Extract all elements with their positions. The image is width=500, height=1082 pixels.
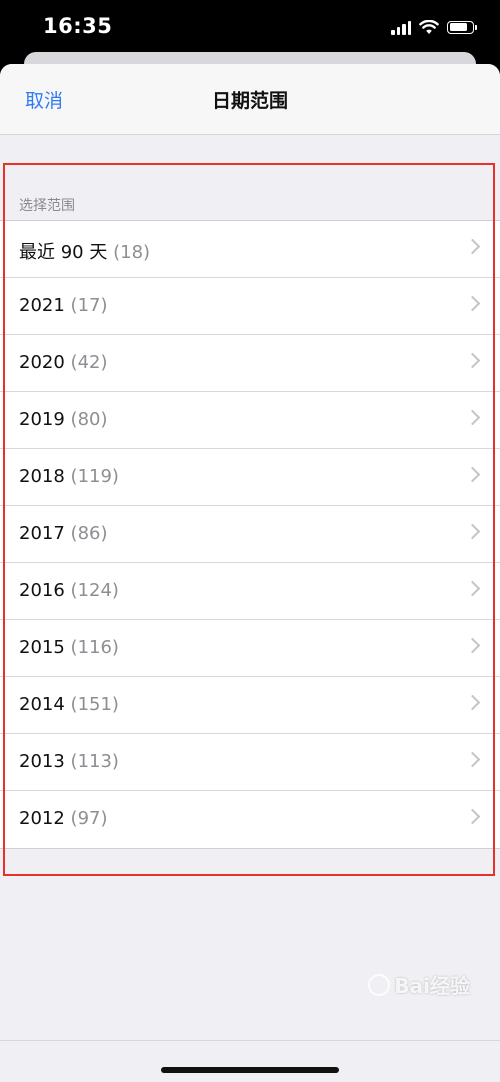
- range-label: 2020 (42): [19, 352, 108, 373]
- chevron-right-icon: [464, 352, 481, 369]
- range-label: 最近 90 天 (18): [19, 238, 150, 264]
- chevron-right-icon: [464, 694, 481, 711]
- range-name: 2017: [19, 523, 65, 544]
- section-header: 选择范围: [19, 198, 75, 214]
- range-name: 最近 90 天: [19, 242, 108, 263]
- baidu-paw-icon: [368, 973, 391, 996]
- range-count: (80): [70, 409, 108, 430]
- range-name: 2016: [19, 580, 65, 601]
- range-count: (97): [70, 808, 108, 829]
- cellular-signal-icon: [391, 20, 411, 35]
- navigation-bar: 取消 日期范围: [0, 64, 500, 135]
- chevron-right-icon: [464, 580, 481, 597]
- range-count: (124): [70, 580, 119, 601]
- status-icons: [391, 17, 477, 37]
- chevron-right-icon: [464, 409, 481, 426]
- list-item[interactable]: 最近 90 天 (18): [0, 221, 500, 278]
- list-item[interactable]: 2018 (119): [0, 449, 500, 506]
- range-name: 2020: [19, 352, 65, 373]
- list-item[interactable]: 2020 (42): [0, 335, 500, 392]
- home-indicator[interactable]: [161, 1067, 339, 1073]
- chevron-right-icon: [464, 808, 481, 825]
- watermark: Bai经验: [368, 970, 470, 999]
- date-range-list: 最近 90 天 (18) 2021 (17) 2020 (42) 2019 (80) 2…: [0, 220, 500, 849]
- status-time: 16:35: [43, 14, 113, 38]
- range-label: 2018 (119): [19, 466, 119, 487]
- chevron-right-icon: [464, 295, 481, 312]
- chevron-right-icon: [464, 238, 481, 255]
- range-name: 2012: [19, 808, 65, 829]
- chevron-right-icon: [464, 637, 481, 654]
- range-label: 2017 (86): [19, 523, 108, 544]
- battery-level: [449, 23, 468, 31]
- list-item[interactable]: 2012 (97): [0, 791, 500, 848]
- range-label: 2016 (124): [19, 580, 119, 601]
- battery-icon: [447, 20, 477, 34]
- page-title: 日期范围: [211, 90, 288, 112]
- list-item[interactable]: 2016 (124): [0, 563, 500, 620]
- wifi-icon: [419, 19, 439, 34]
- chevron-right-icon: [464, 466, 481, 483]
- range-label: 2014 (151): [19, 694, 119, 715]
- chevron-right-icon: [464, 523, 481, 540]
- range-count: (151): [70, 694, 119, 715]
- list-item[interactable]: 2017 (86): [0, 506, 500, 563]
- range-label: 2012 (97): [19, 808, 108, 829]
- range-count: (119): [70, 466, 119, 487]
- date-range-sheet: 取消 日期范围 选择范围 最近 90 天 (18) 2021 (17) 2020 (…: [0, 64, 500, 1082]
- watermark-text: Bai经验: [394, 974, 470, 998]
- range-label: 2019 (80): [19, 409, 108, 430]
- range-count: (18): [113, 242, 151, 263]
- range-label: 2013 (113): [19, 751, 119, 772]
- range-name: 2013: [19, 751, 65, 772]
- list-item[interactable]: 2013 (113): [0, 734, 500, 791]
- range-name: 2021: [19, 295, 65, 316]
- list-item[interactable]: 2019 (80): [0, 392, 500, 449]
- list-item[interactable]: 2015 (116): [0, 620, 500, 677]
- range-count: (17): [70, 295, 108, 316]
- phone-screen: 16:35 取消 日期范围 选择范围 最近 90 天 (18) 2021 (17…: [0, 0, 500, 1082]
- range-name: 2018: [19, 466, 65, 487]
- chevron-right-icon: [464, 751, 481, 768]
- range-name: 2015: [19, 637, 65, 658]
- list-item[interactable]: 2021 (17): [0, 278, 500, 335]
- range-label: 2015 (116): [19, 637, 119, 658]
- range-name: 2019: [19, 409, 65, 430]
- range-label: 2021 (17): [19, 295, 108, 316]
- range-count: (86): [70, 523, 108, 544]
- range-name: 2014: [19, 694, 65, 715]
- range-count: (116): [70, 637, 119, 658]
- list-item[interactable]: 2014 (151): [0, 677, 500, 734]
- range-count: (113): [70, 751, 119, 772]
- divider: [0, 1040, 500, 1041]
- range-count: (42): [70, 352, 108, 373]
- status-bar: 16:35: [0, 0, 500, 54]
